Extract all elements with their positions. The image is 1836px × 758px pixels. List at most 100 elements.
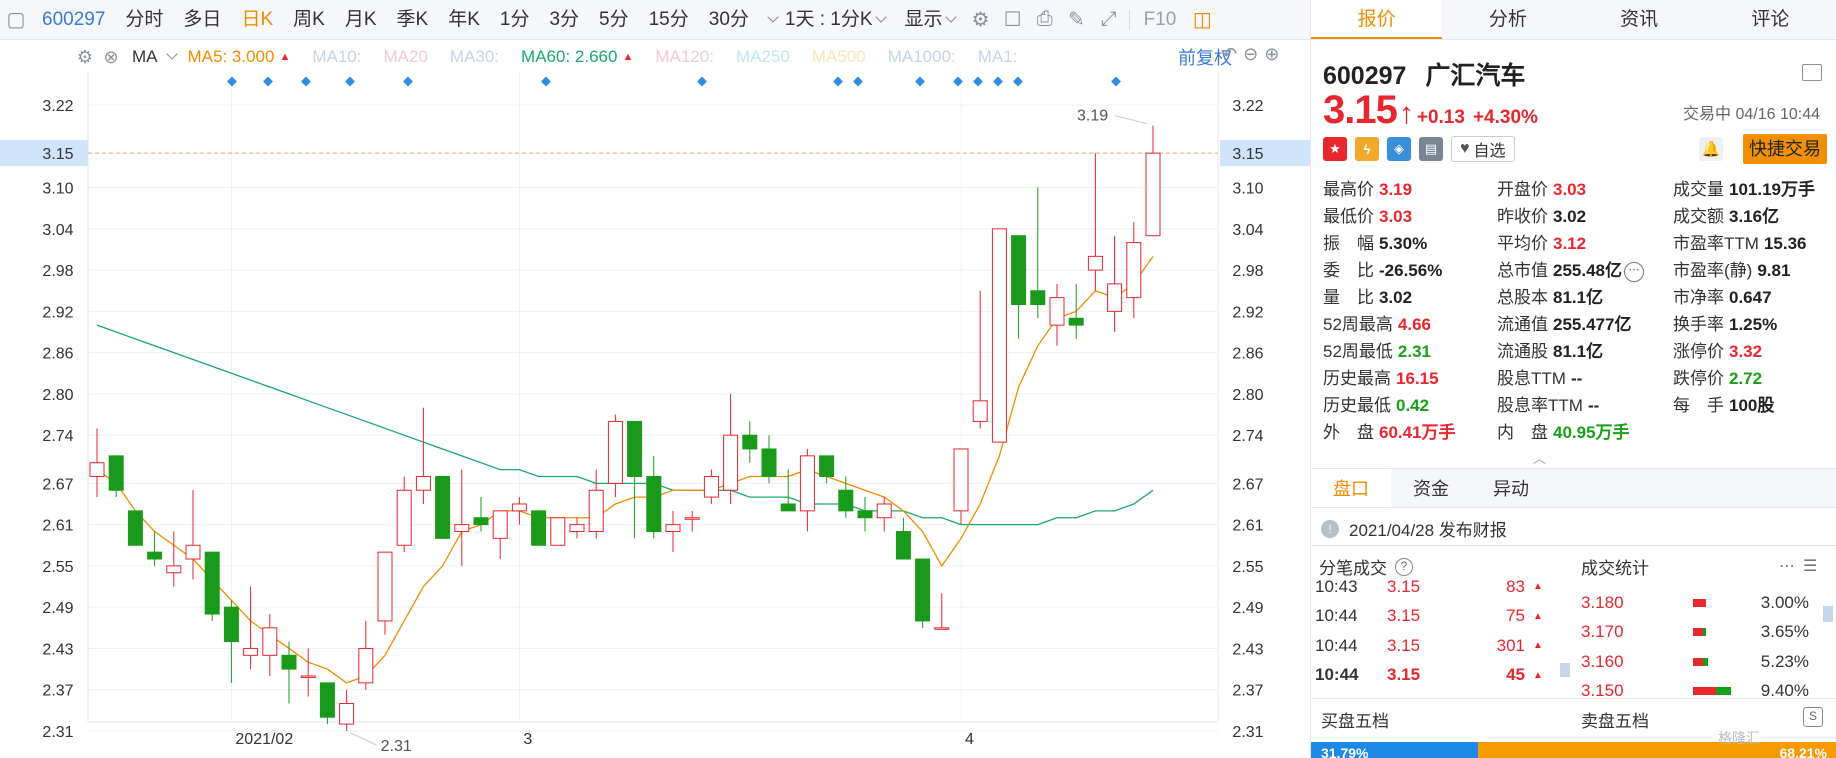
display-menu[interactable]: 显示 — [895, 0, 965, 40]
lightning-icon[interactable]: ϟ — [1355, 137, 1379, 161]
layout-panel-icon[interactable]: ◫ — [1186, 0, 1218, 40]
current-price-label-right: 3.15 — [1232, 146, 1263, 163]
ma-item[interactable]: MA500 — [812, 47, 866, 67]
quote-tab-2[interactable]: 资讯 — [1574, 0, 1705, 39]
f10-button[interactable]: F10 — [1134, 0, 1187, 40]
stats-scrollbar[interactable] — [1823, 606, 1833, 622]
ma-item-label: MA500 — [811, 47, 866, 66]
event-marker-icon — [853, 76, 863, 87]
buy-triangle-icon: ▲ — [1533, 581, 1543, 593]
up-triangle-icon: ▲ — [279, 51, 291, 63]
detail-tab-1[interactable]: 资金 — [1391, 469, 1471, 507]
quote-value: 3.02 — [1379, 288, 1413, 307]
fullscreen-icon[interactable]: ⤢ — [1093, 0, 1125, 40]
settings-gear-icon[interactable]: ⚙ — [965, 0, 997, 40]
event-marker-icon — [263, 76, 273, 87]
quote-item: 52周最高 4.66 — [1323, 313, 1497, 336]
kline-chart[interactable]: 3.22 3.22 3.10 3.10 3.04 3.04 2.98 2.98 2.92 2.92… — [0, 72, 1310, 758]
zoom-in-icon[interactable]: ⊕ — [1264, 44, 1279, 65]
period-tab-1[interactable]: 多日 — [173, 0, 231, 40]
draw-rect-icon[interactable]: ☐ — [997, 0, 1029, 40]
ma-item[interactable]: MA20 — [383, 47, 427, 67]
y-tick-label-right: 2.86 — [1232, 346, 1263, 363]
ma-item-label: MA250 — [735, 47, 790, 66]
ticks-scrollbar[interactable] — [1560, 663, 1570, 677]
ma-settings-icon[interactable]: ⚙ — [72, 47, 98, 68]
quote-key: 股息TTM — [1497, 369, 1566, 388]
quote-tab-1[interactable]: 分析 — [1442, 0, 1573, 39]
quote-tab-3[interactable]: 评论 — [1705, 0, 1836, 39]
add-watchlist-button[interactable]: ♥ 自选 — [1451, 136, 1515, 162]
quote-item: 跌停价 2.72 — [1673, 367, 1833, 390]
stats-title: 成交统计 — [1581, 559, 1649, 578]
candle-body — [991, 228, 1007, 443]
earnings-notice[interactable]: ! 2021/04/28 发布财报 — [1311, 512, 1836, 546]
period-tab-6[interactable]: 年K — [438, 0, 490, 40]
detail-tab-2[interactable]: 异动 — [1471, 469, 1551, 507]
candle-body — [665, 524, 681, 533]
tag-icon[interactable]: ◈ — [1387, 137, 1411, 161]
zoom-out-icon[interactable]: ⊖ — [1243, 44, 1258, 65]
quote-key: 成交额 — [1673, 207, 1724, 226]
price-change-pct: +4.30% — [1472, 107, 1538, 128]
quick-trade-button[interactable]: 快捷交易 — [1743, 134, 1827, 164]
quote-tab-0[interactable]: 报价 — [1311, 0, 1443, 39]
period-tab-11[interactable]: 30分 — [699, 0, 759, 40]
sidebar-toggle-icon[interactable]: ▢ — [0, 0, 32, 40]
interval-select[interactable]: 1天 : 1分K — [759, 0, 895, 40]
candle-body — [1011, 235, 1027, 305]
quote-panel: 报价 分析 资讯 评论 600297 广汇汽车 3.15 ↑ +0.13 +4.30%… — [1310, 0, 1836, 758]
ma-close-icon[interactable]: ⊗ — [98, 47, 124, 68]
ma-item[interactable]: MA30: — [450, 47, 499, 67]
expand-chevron-icon[interactable]: ︿ — [1533, 448, 1546, 467]
period-tab-2[interactable]: 日K — [231, 0, 283, 40]
collapse-panel-icon[interactable] — [1802, 64, 1822, 81]
order-book-settings-icon[interactable]: S — [1803, 707, 1823, 727]
ma-item[interactable]: MA10: — [312, 47, 361, 67]
detail-tab-0[interactable]: 盘口 — [1311, 469, 1391, 507]
ma-item[interactable]: MA1: — [978, 47, 1018, 67]
period-tab-3[interactable]: 周K — [283, 0, 335, 40]
quote-value: 16.15 — [1396, 369, 1439, 388]
period-tab-4[interactable]: 月K — [335, 0, 387, 40]
period-tab-0[interactable]: 分时 — [115, 0, 173, 40]
help-icon[interactable]: ? — [1395, 557, 1413, 576]
period-tab-10[interactable]: 15分 — [639, 0, 699, 40]
ma-item[interactable]: MA120: — [655, 47, 714, 67]
quote-key: 外 盘 — [1323, 423, 1374, 442]
tick-price: 3.15 — [1387, 606, 1421, 626]
bookmark-icon[interactable]: ▤ — [1419, 137, 1443, 161]
more-info-icon[interactable]: ⋯ — [1624, 261, 1644, 282]
period-tab-8[interactable]: 3分 — [539, 0, 589, 40]
quote-value: 3.19 — [1379, 180, 1413, 199]
period-tab-7[interactable]: 1分 — [490, 0, 540, 40]
pencil-icon[interactable]: ✎ — [1061, 0, 1093, 40]
camera-icon[interactable]: ⎙ — [1029, 0, 1061, 40]
undo-icon[interactable]: ↶ — [1222, 44, 1237, 65]
period-tabs: 分时 多日 日K 周K 月K 季K 年K 1分 3分 5分 15分 30分 — [115, 0, 758, 40]
period-tab-5[interactable]: 季K — [387, 0, 439, 40]
stock-code-tab[interactable]: 600297 — [32, 0, 115, 40]
ma-item[interactable]: MA250 — [736, 47, 790, 67]
candle-body — [262, 627, 278, 656]
candle-body — [166, 565, 182, 574]
stat-bar-buy — [1693, 657, 1704, 666]
trade-status-time: 交易中 04/16 10:44 — [1683, 106, 1820, 123]
stat-pct: 3.65% — [1760, 622, 1809, 642]
stat-bar — [1693, 687, 1739, 696]
bell-icon[interactable]: 🔔 — [1699, 137, 1723, 161]
ma-item[interactable]: MA5: 3.000 ▲ — [188, 47, 291, 67]
y-tick-label-left: 3.04 — [42, 222, 73, 239]
more-icon[interactable]: ⋯ — [1779, 556, 1795, 576]
list-icon[interactable]: ☰ — [1803, 556, 1817, 576]
candle-body — [1107, 283, 1123, 312]
quote-key: 52周最低 — [1323, 342, 1393, 361]
ma-item[interactable]: MA1000: — [888, 47, 956, 67]
toolbar-divider — [1128, 9, 1130, 30]
ma-type-select[interactable]: MA — [132, 47, 178, 67]
quote-item: 52周最低 2.31 — [1323, 340, 1497, 363]
period-tab-9[interactable]: 5分 — [589, 0, 639, 40]
x-tick-label: 4 — [965, 731, 974, 748]
china-flag-icon[interactable]: ★ — [1323, 137, 1347, 161]
ma-item[interactable]: MA60: 2.660 ▲ — [521, 47, 633, 67]
